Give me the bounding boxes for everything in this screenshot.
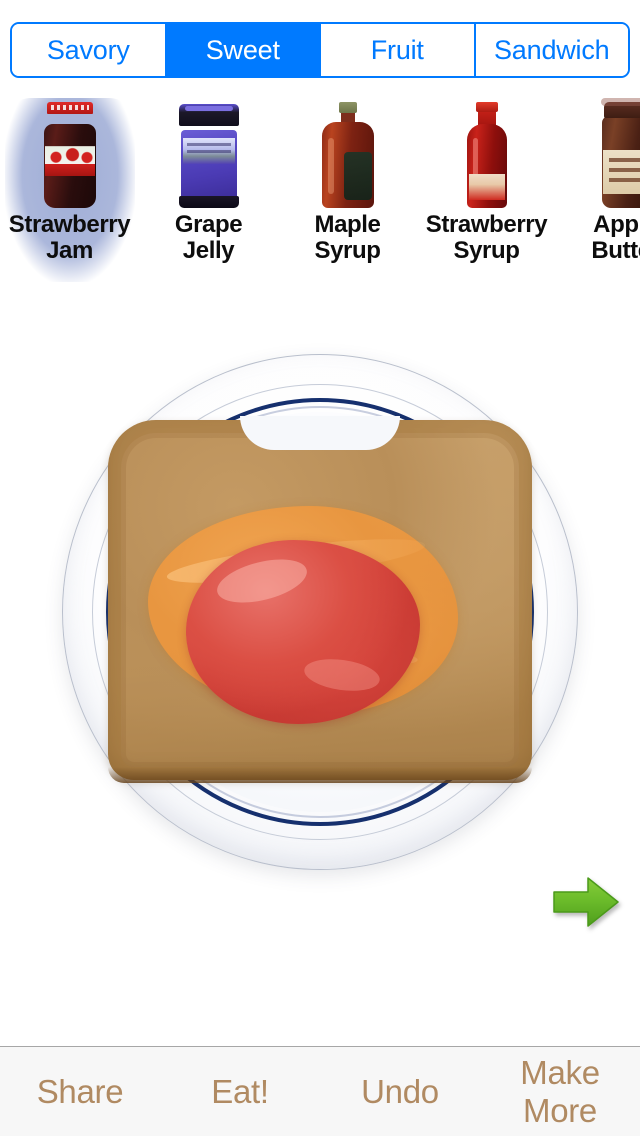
undo-button[interactable]: Undo	[320, 1073, 480, 1111]
jam-highlight	[212, 551, 312, 611]
eat-button[interactable]: Eat!	[160, 1073, 320, 1111]
ingredient-strawberry-syrup[interactable]: Strawberry Syrup	[417, 96, 556, 286]
ingredient-grape-jelly[interactable]: Grape Jelly	[139, 96, 278, 286]
bread-top-notch	[240, 416, 400, 450]
segment-savory[interactable]: Savory	[12, 24, 167, 76]
category-bar: Savory Sweet Fruit Sandwich	[0, 0, 640, 92]
ingredient-label: Maple Syrup	[314, 211, 381, 264]
food-canvas[interactable]	[0, 296, 640, 1046]
next-arrow-button[interactable]	[550, 874, 622, 930]
segment-sweet[interactable]: Sweet	[166, 24, 321, 76]
strawberry-syrup-bottle-icon	[451, 102, 523, 208]
plate	[62, 354, 578, 870]
ingredient-apple-butter[interactable]: Apple Butter	[556, 96, 640, 286]
bottom-toolbar: Share Eat! Undo Make More	[0, 1046, 640, 1136]
share-button[interactable]: Share	[0, 1073, 160, 1111]
green-right-arrow-icon	[553, 877, 619, 927]
make-more-button[interactable]: Make More	[480, 1054, 640, 1130]
app-root: Savory Sweet Fruit Sandwich Strawberry J…	[0, 0, 640, 1136]
jam-highlight	[302, 654, 382, 696]
ingredient-strawberry-jam[interactable]: Strawberry Jam	[0, 96, 139, 286]
ingredient-label: Grape Jelly	[174, 211, 243, 264]
ingredient-maple-syrup[interactable]: Maple Syrup	[278, 96, 417, 286]
bread-bottom-crust	[108, 767, 532, 783]
ingredient-label: Strawberry Syrup	[425, 211, 548, 264]
strawberry-jam-jar-icon	[34, 102, 106, 208]
ingredient-label: Apple Butter	[591, 211, 640, 264]
ingredient-label: Strawberry Jam	[8, 211, 131, 264]
segment-sandwich[interactable]: Sandwich	[475, 24, 628, 76]
apple-butter-jar-icon	[590, 98, 640, 208]
grape-jelly-jar-icon	[173, 102, 245, 208]
ingredient-picker-strip[interactable]: Strawberry Jam Grape Jelly Maple Syrup S…	[0, 96, 640, 296]
maple-syrup-bottle-icon	[312, 102, 384, 208]
segment-fruit[interactable]: Fruit	[321, 24, 476, 76]
category-segmented-control[interactable]: Savory Sweet Fruit Sandwich	[10, 22, 630, 78]
